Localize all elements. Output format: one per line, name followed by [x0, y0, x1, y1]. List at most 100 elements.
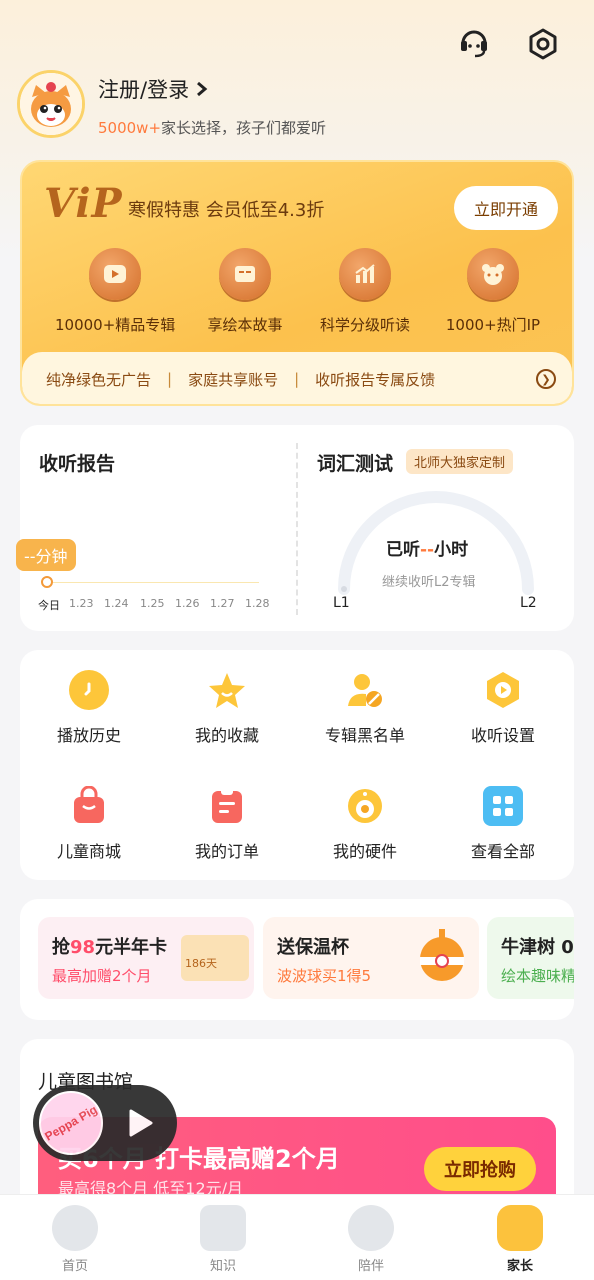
- grid-item-favorites[interactable]: 我的收藏: [158, 670, 296, 746]
- chart-point: [41, 576, 53, 588]
- grid-item-blacklist[interactable]: 专辑黑名单: [296, 670, 434, 746]
- player-badge: Peppa Pig: [42, 1102, 100, 1144]
- vip-feature-label: 科学分级听读: [319, 316, 410, 334]
- vocab-tag: 北师大独家定制: [406, 449, 514, 474]
- divider: |: [167, 370, 173, 388]
- vip-feature[interactable]: 科学分级听读: [305, 248, 425, 335]
- date-label: 今日: [38, 599, 60, 612]
- settings-icon[interactable]: [523, 24, 563, 64]
- settings-play-icon: [483, 670, 523, 710]
- grid-item-listen-settings[interactable]: 收听设置: [434, 670, 572, 746]
- login-text: 注册/登录: [98, 78, 190, 102]
- cat-icon: [348, 1205, 394, 1251]
- device-icon: [345, 786, 385, 826]
- tab-companion[interactable]: 陪伴: [331, 1205, 411, 1274]
- grid-item-orders[interactable]: 我的订单: [158, 786, 296, 862]
- promo-strip: 抢98元半年卡 最高加赠2个月 186天 送保温杯 波波球买1得5 牛津树 0 …: [20, 899, 574, 1020]
- date-label: 1.24: [104, 597, 129, 610]
- promo-price: 98: [70, 937, 96, 958]
- parent-icon: [497, 1205, 543, 1251]
- vip-benefit: 收听报告专属反馈: [315, 370, 436, 389]
- promo-sub: 绘本趣味精: [501, 967, 574, 985]
- vip-feature-label: 1000+热门IP: [445, 316, 541, 334]
- promo-card-half-year[interactable]: 抢98元半年卡 最高加赠2个月 186天: [38, 917, 254, 999]
- divider: |: [294, 370, 300, 388]
- vocab-title[interactable]: 词汇测试: [317, 449, 393, 476]
- grid-item-hardware[interactable]: 我的硬件: [296, 786, 434, 862]
- vip-benefits-bar[interactable]: 纯净绿色无广告 | 家庭共享账号 | 收听报告专属反馈 ❯: [22, 352, 572, 404]
- vip-logo: ViP: [44, 180, 123, 227]
- promo-title-c: 元半年卡: [95, 937, 168, 958]
- tab-knowledge[interactable]: 知识: [183, 1205, 263, 1274]
- grid-item-shop[interactable]: 儿童商城: [20, 786, 158, 862]
- vip-benefit: 纯净绿色无广告: [46, 370, 152, 389]
- bear-icon: [467, 248, 519, 300]
- star-icon: [207, 670, 247, 710]
- grid-item-view-all[interactable]: 查看全部: [434, 786, 572, 862]
- tab-parent[interactable]: 家长: [480, 1205, 560, 1274]
- book-tab-icon: [200, 1205, 246, 1251]
- tab-bar: 首页 知识 陪伴 家长: [0, 1194, 594, 1280]
- shopping-bag-icon: [69, 786, 109, 826]
- grid-label: 我的硬件: [332, 842, 397, 861]
- grid-label: 儿童商城: [56, 842, 121, 861]
- date-label: 1.25: [140, 597, 165, 610]
- clipboard-icon: [207, 786, 247, 826]
- promo-title: 牛津树 0: [501, 937, 574, 958]
- vip-benefit: 家庭共享账号: [188, 370, 279, 389]
- mini-player[interactable]: Peppa Pig: [33, 1085, 177, 1161]
- chevron-right-icon: [197, 81, 208, 97]
- listened-prefix: 已听: [386, 540, 420, 560]
- chevron-right-circle-icon[interactable]: ❯: [536, 369, 556, 389]
- subtitle: 5000w+家长选择，孩子们都爱听: [98, 117, 326, 138]
- promo-title-a: 抢: [52, 937, 70, 958]
- report-title[interactable]: 收听报告: [39, 449, 115, 476]
- user-block-icon: [345, 670, 385, 710]
- date-label: 1.23: [69, 597, 94, 610]
- book-icon: [219, 248, 271, 300]
- grid-label: 收听设置: [470, 726, 535, 745]
- listened-suffix: 小时: [434, 540, 469, 560]
- listened-value: --: [420, 540, 435, 560]
- login-link[interactable]: 注册/登录: [98, 74, 209, 104]
- album-cover: Peppa Pig: [39, 1091, 103, 1155]
- subtitle-text: 家长选择，孩子们都爱听: [161, 119, 327, 137]
- vip-feature[interactable]: 10000+精品专辑: [55, 248, 175, 335]
- date-label: 1.28: [245, 597, 270, 610]
- vip-feature[interactable]: 享绘本故事: [185, 248, 305, 335]
- grid-item-history[interactable]: 播放历史: [20, 670, 158, 746]
- continue-text[interactable]: 继续收听L2专辑: [382, 571, 476, 590]
- vip-title: 寒假特惠 会员低至4.3折: [128, 200, 325, 221]
- promo-card-cup[interactable]: 送保温杯 波波球买1得5: [263, 917, 479, 999]
- function-grid: 播放历史 我的收藏 专辑黑名单 收听设置 儿童商城 我的订单 我的硬件 查看全部: [20, 650, 574, 880]
- ball-toy-icon: [420, 929, 464, 981]
- buy-now-button[interactable]: 立即抢购: [424, 1147, 536, 1191]
- grid-label: 我的订单: [194, 842, 259, 861]
- clock-icon: [69, 670, 109, 710]
- vip-feature-label: 享绘本故事: [207, 316, 283, 334]
- play-icon[interactable]: [123, 1107, 155, 1139]
- avatar[interactable]: [17, 70, 85, 138]
- grid-label: 查看全部: [470, 842, 535, 861]
- chart-icon: [339, 248, 391, 300]
- home-icon: [52, 1205, 98, 1251]
- listened-hours: 已听--小时: [386, 535, 468, 560]
- divider: [296, 443, 298, 615]
- grid-label: 我的收藏: [194, 726, 259, 745]
- play-icon: [89, 248, 141, 300]
- grid-label: 播放历史: [56, 726, 121, 745]
- tab-label: 首页: [61, 1259, 88, 1274]
- vip-open-button[interactable]: 立即开通: [454, 186, 558, 230]
- level-label: L1: [333, 595, 350, 611]
- promo-card-oxford[interactable]: 牛津树 0 绘本趣味精: [487, 917, 574, 999]
- customer-service-icon[interactable]: [454, 22, 494, 62]
- vip-feature[interactable]: 1000+热门IP: [433, 248, 553, 335]
- vip-feature-label: 10000+精品专辑: [55, 316, 176, 334]
- tab-home[interactable]: 首页: [35, 1205, 115, 1274]
- tab-label: 知识: [209, 1259, 236, 1274]
- card-badge: 186天: [181, 935, 249, 981]
- report-card: 收听报告 --分钟 今日 1.23 1.24 1.25 1.26 1.27 1.…: [16, 425, 574, 631]
- subtitle-highlight: 5000w+: [98, 119, 162, 137]
- tab-label: 陪伴: [357, 1259, 384, 1274]
- vip-card[interactable]: ViP 寒假特惠 会员低至4.3折 立即开通 10000+精品专辑 享绘本故事 …: [20, 160, 574, 406]
